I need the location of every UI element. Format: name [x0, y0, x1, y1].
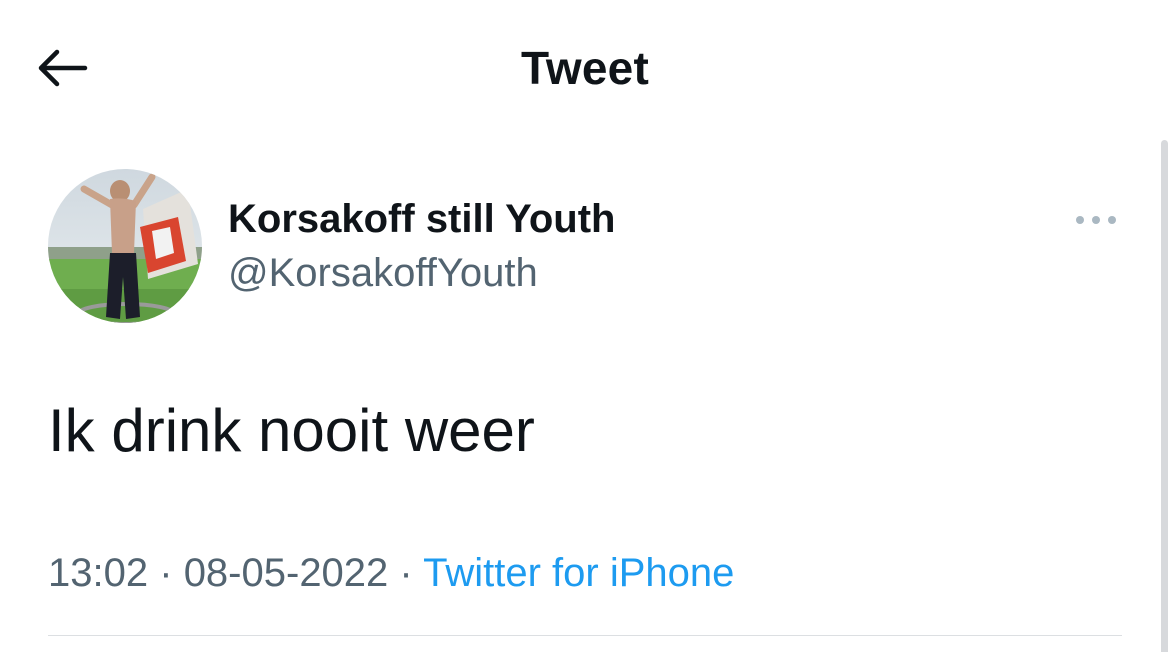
divider: [48, 635, 1122, 636]
author-handle[interactable]: @KorsakoffYouth: [228, 248, 538, 298]
tweet-text: Ik drink nooit weer: [48, 397, 535, 464]
avatar[interactable]: [48, 169, 202, 323]
meta-separator: ·: [399, 551, 413, 595]
scroll-indicator[interactable]: [1161, 140, 1168, 652]
top-bar: Tweet: [0, 0, 1170, 135]
tweet-source-link[interactable]: Twitter for iPhone: [423, 551, 734, 595]
tweet-detail-page: Tweet Korsakoff still Youth @KorsakoffYo…: [0, 0, 1170, 652]
more-horizontal-icon: [1076, 216, 1116, 224]
author-display-name[interactable]: Korsakoff still Youth: [228, 194, 615, 244]
page-title: Tweet: [521, 42, 649, 94]
tweet-meta: 13:02 · 08-05-2022 · Twitter for iPhone: [48, 548, 734, 598]
tweet-date[interactable]: 08-05-2022: [184, 551, 389, 595]
meta-separator: ·: [159, 551, 173, 595]
tweet-time[interactable]: 13:02: [48, 551, 148, 595]
avatar-photo: [48, 169, 202, 323]
more-options-button[interactable]: [1066, 200, 1126, 240]
